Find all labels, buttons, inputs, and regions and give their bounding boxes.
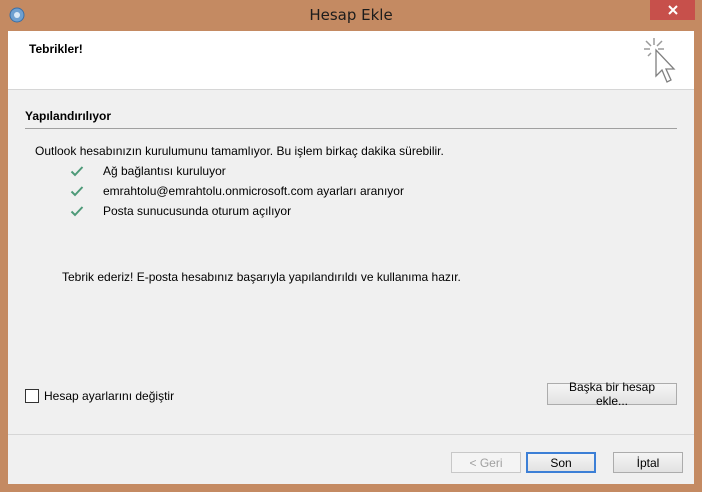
header-title: Tebrikler! bbox=[29, 42, 83, 56]
check-icon bbox=[70, 166, 84, 177]
cursor-sparkle-icon bbox=[644, 38, 676, 83]
step-label: emrahtolu@emrahtolu.onmicrosoft.com ayar… bbox=[103, 184, 404, 198]
back-button[interactable]: < Geri bbox=[451, 452, 521, 473]
footer-divider bbox=[8, 434, 694, 435]
section-divider bbox=[25, 128, 677, 129]
success-message: Tebrik ederiz! E-posta hesabınız başarıy… bbox=[62, 270, 461, 284]
wizard-header: Tebrikler! bbox=[8, 31, 694, 90]
step-label: Posta sunucusunda oturum açılıyor bbox=[103, 204, 292, 218]
window-title: Hesap Ekle bbox=[309, 6, 393, 24]
dialog-body: Tebrikler! Yapılandırılıyor Outlook hesa… bbox=[8, 31, 694, 484]
change-settings-checkbox[interactable] bbox=[25, 389, 39, 403]
check-icon bbox=[70, 186, 84, 197]
dialog-window: Hesap Ekle Tebrikler! Yapılandırılıyor O… bbox=[0, 0, 702, 492]
add-another-account-button[interactable]: Başka bir hesap ekle... bbox=[547, 380, 677, 408]
section-title: Yapılandırılıyor bbox=[25, 109, 112, 123]
intro-text: Outlook hesabınızın kurulumunu tamamlıyo… bbox=[35, 144, 444, 158]
step-label: Ağ bağlantısı kuruluyor bbox=[103, 164, 226, 178]
change-settings-label[interactable]: Hesap ayarlarını değiştir bbox=[44, 389, 174, 403]
close-button[interactable] bbox=[650, 0, 695, 20]
cancel-button[interactable]: İptal bbox=[613, 452, 683, 473]
check-icon bbox=[70, 206, 84, 217]
finish-button[interactable]: Son bbox=[526, 452, 596, 473]
title-bar[interactable]: Hesap Ekle bbox=[0, 0, 702, 30]
change-settings-option[interactable]: Hesap ayarlarını değiştir bbox=[25, 389, 174, 403]
close-icon bbox=[667, 5, 678, 15]
